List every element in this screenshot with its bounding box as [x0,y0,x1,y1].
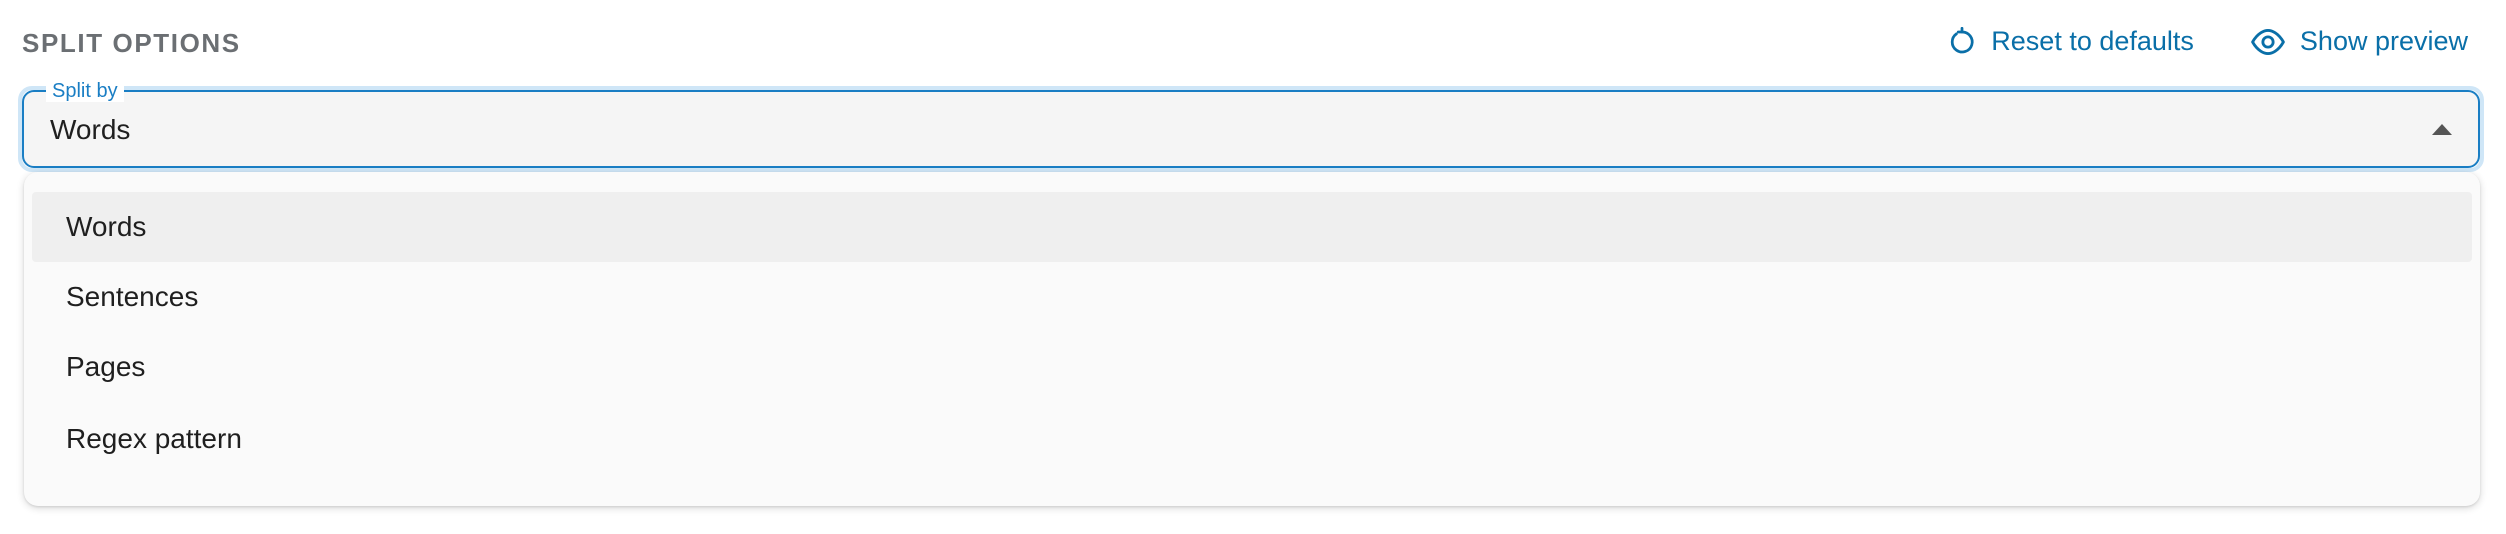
split-by-select[interactable]: Split by Words [18,80,2484,172]
select-label: Split by [46,80,124,102]
select-field[interactable]: Split by Words [22,80,2480,168]
option-label: Sentences [66,281,199,312]
section-title: SPLIT OPTIONS [22,28,241,58]
reset-to-defaults-button[interactable]: Reset to defaults [1947,26,2194,57]
option-regex-pattern[interactable]: Regex pattern [32,404,2472,474]
option-label: Regex pattern [66,423,242,454]
option-words[interactable]: Words [32,192,2472,262]
option-label: Words [66,211,147,242]
option-label: Pages [66,351,146,382]
header-actions: Reset to defaults Show preview [1947,26,2468,57]
reset-icon [1947,26,1977,57]
option-sentences[interactable]: Sentences [32,262,2472,332]
reset-to-defaults-label: Reset to defaults [1991,26,2194,56]
eye-icon [2250,27,2286,57]
show-preview-label: Show preview [2299,26,2468,56]
select-dropdown-menu: Words Sentences Pages Regex pattern [24,172,2480,506]
option-pages[interactable]: Pages [32,332,2472,402]
caret-up-icon[interactable] [2432,124,2452,135]
select-value: Words [50,114,131,145]
show-preview-button[interactable]: Show preview [2250,26,2468,57]
